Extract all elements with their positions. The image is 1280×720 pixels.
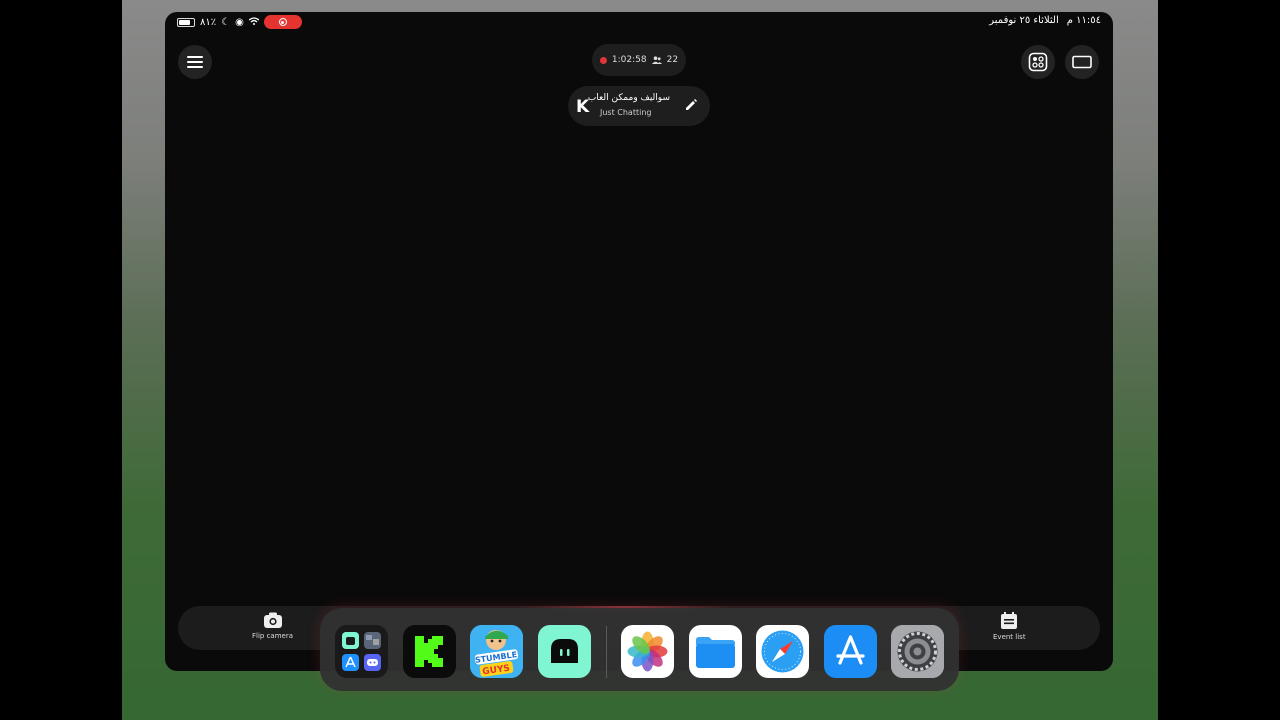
- stumble-guys-icon[interactable]: STUMBLE GUYS: [470, 625, 523, 678]
- edit-pencil-icon[interactable]: [684, 98, 698, 112]
- status-time: ١١:٥٤ م: [1066, 15, 1101, 26]
- dock-divider: [606, 626, 607, 678]
- location-icon: ◉: [235, 16, 244, 28]
- stream-stats-pill: 1:02:58 22: [592, 44, 686, 76]
- live-dot-icon: [599, 56, 607, 64]
- wifi-icon: [248, 16, 260, 28]
- app-store-icon[interactable]: [824, 625, 877, 678]
- ipad-screen: ٨١٪ ☾ ◉ ١١:٥٤ م الثلاثاء ٢٥ نوفمبر 1:02:…: [165, 12, 1113, 671]
- stream-category: Just Chatting: [600, 108, 652, 117]
- event-list-icon: [1001, 612, 1018, 629]
- battery-percent: ٨١٪: [200, 16, 217, 28]
- hamburger-icon: [187, 56, 203, 68]
- record-icon: [278, 18, 287, 26]
- app-dock: STUMBLE GUYS: [320, 608, 959, 691]
- landscape-icon: [1072, 55, 1092, 69]
- scenes-icon: [1028, 52, 1048, 72]
- files-icon[interactable]: [689, 625, 742, 678]
- scenes-button[interactable]: [1021, 45, 1055, 79]
- photos-icon[interactable]: [621, 625, 674, 678]
- streamlabs-icon[interactable]: [538, 625, 591, 678]
- app-folder-icon[interactable]: [335, 625, 388, 678]
- camera-flip-icon: [263, 612, 282, 628]
- event-list-button[interactable]: Event list: [993, 612, 1026, 641]
- status-date: الثلاثاء ٢٥ نوفمبر: [989, 15, 1059, 26]
- event-list-label: Event list: [993, 633, 1026, 641]
- orientation-button[interactable]: [1065, 45, 1099, 79]
- viewer-count: 22: [666, 55, 679, 65]
- screen-recording-indicator[interactable]: [263, 15, 302, 29]
- stream-title: سواليف وممكن العاب: [587, 93, 670, 103]
- stream-duration: 1:02:58: [611, 55, 647, 65]
- safari-icon[interactable]: [756, 625, 809, 678]
- battery-icon: [177, 17, 195, 27]
- moon-icon: ☾: [221, 16, 231, 28]
- kick-icon[interactable]: [403, 625, 456, 678]
- stream-info-card[interactable]: K سواليف وممكن العاب Just Chatting: [568, 86, 710, 126]
- menu-button[interactable]: [178, 45, 212, 79]
- viewers-icon: [651, 55, 662, 64]
- settings-icon[interactable]: [891, 625, 944, 678]
- flip-camera-button[interactable]: Flip camera: [252, 612, 293, 640]
- flip-camera-label: Flip camera: [252, 632, 294, 640]
- status-bar: ٨١٪ ☾ ◉ ١١:٥٤ م الثلاثاء ٢٥ نوفمبر: [165, 12, 1113, 32]
